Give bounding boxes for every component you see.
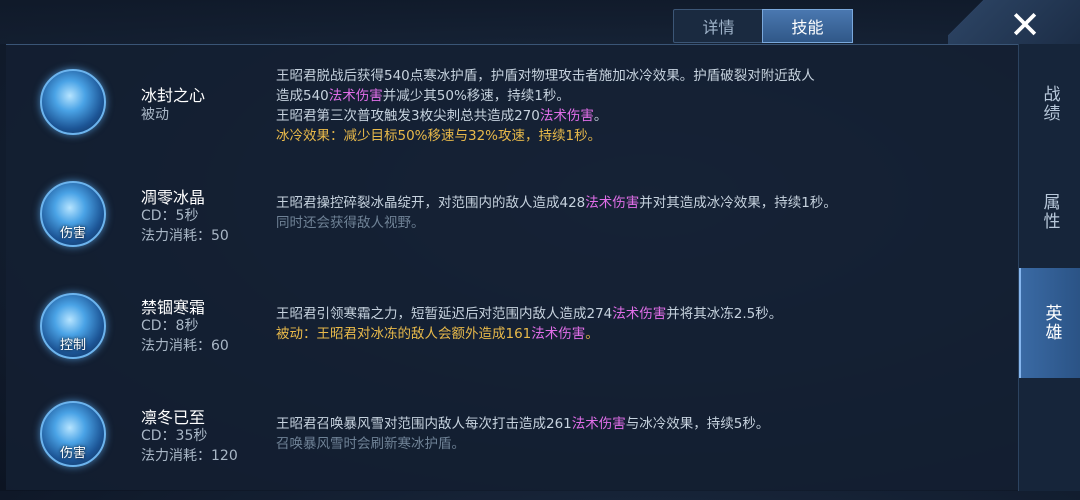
desc-text: 造成540 <box>276 88 329 104</box>
desc-line: 王昭君脱战后获得540点寒冰护盾，护盾对物理攻击者施加冰冷效果。护盾破裂对附近敌… <box>276 68 815 84</box>
skill-cd: CD：8秒 <box>141 318 199 334</box>
passive-text: 。 <box>585 326 599 342</box>
skill-tag: 控制 <box>59 338 86 353</box>
frozen-heart-skill-icon <box>40 69 106 135</box>
desc-line: 王昭君第三次普攻触发3枚尖刺总共造成270法术伤害。 <box>276 106 896 126</box>
skill-row[interactable]: 控制 禁锢寒霜 CD：8秒 法力消耗：60 王昭君引领寒霜之力，短暂延迟后对范围… <box>6 282 1016 392</box>
magic-damage-text: 法术伤害 <box>328 88 383 104</box>
desc-text: 并将其冰冻2.5秒。 <box>666 306 783 322</box>
close-icon[interactable]: ✕ <box>995 3 1055 47</box>
skill-description: 王昭君操控碎裂冰晶绽开，对范围内的敌人造成428法术伤害并对其造成冰冷效果，持续… <box>276 193 896 233</box>
side-tab-record[interactable]: 战绩 <box>1019 54 1080 154</box>
desc-line: 王昭君召唤暴风雪对范围内敌人每次打击造成261法术伤害与冰冷效果，持续5秒。 <box>276 414 896 434</box>
desc-line: 造成540法术伤害并减少其50%移速，持续1秒。 <box>276 86 896 106</box>
desc-line: 被动：王昭君对冰冻的敌人会额外造成161法术伤害。 <box>276 324 896 344</box>
desc-line: 王昭君引领寒霜之力，短暂延迟后对范围内敌人造成274法术伤害并将其冰冻2.5秒。 <box>276 304 896 324</box>
tab-skills[interactable]: 技能 <box>762 9 853 43</box>
magic-damage-text: 法术伤害 <box>612 306 667 322</box>
passive-text: 被动：王昭君对冰冻的敌人会额外造成161 <box>276 326 532 342</box>
skill-cd: CD：35秒 <box>141 428 208 444</box>
skill-description: 王昭君脱战后获得540点寒冰护盾，护盾对物理攻击者施加冰冷效果。护盾破裂对附近敌… <box>276 66 896 146</box>
magic-damage-text: 法术伤害 <box>585 195 640 211</box>
top-bar <box>0 0 1080 44</box>
desc-text: 王昭君第三次普攻触发3枚尖刺总共造成270 <box>276 108 540 124</box>
desc-text: 王昭君引领寒霜之力，短暂延迟后对范围内敌人造成274 <box>276 306 613 322</box>
skill-row[interactable]: 冰封之心 被动 王昭君脱战后获得540点寒冰护盾，护盾对物理攻击者施加冰冷效果。… <box>6 58 1016 168</box>
side-tab-attributes[interactable]: 属性 <box>1019 162 1080 262</box>
desc-text: 王昭君操控碎裂冰晶绽开，对范围内的敌人造成428 <box>276 195 586 211</box>
skill-tag: 伤害 <box>59 226 86 241</box>
magic-damage-text: 法术伤害 <box>539 108 594 124</box>
chill-effect-text: 冰冷效果：减少目标50%移速与32%攻速，持续1秒。 <box>276 128 602 144</box>
desc-text: 。 <box>593 108 608 124</box>
skill-mana-cost: 法力消耗：60 <box>141 338 229 354</box>
skill-cd: CD：5秒 <box>141 208 199 224</box>
desc-line: 王昭君操控碎裂冰晶绽开，对范围内的敌人造成428法术伤害并对其造成冰冷效果，持续… <box>276 193 896 213</box>
skill-mana-cost: 法力消耗：120 <box>141 448 238 464</box>
skill-tag: 伤害 <box>59 446 86 461</box>
magic-damage-text: 法术伤害 <box>531 326 586 342</box>
desc-text: 并对其造成冰冷效果，持续1秒。 <box>639 195 837 211</box>
desc-line: 同时还会获得敌人视野。 <box>276 215 425 231</box>
tab-details[interactable]: 详情 <box>674 10 763 42</box>
skill-row[interactable]: 伤害 凋零冰晶 CD：5秒 法力消耗：50 王昭君操控碎裂冰晶绽开，对范围内的敌… <box>6 170 1016 280</box>
side-tab-hero[interactable]: 英雄 <box>1019 268 1080 378</box>
skill-name: 冰封之心 <box>141 86 206 105</box>
skill-mana-cost: 法力消耗：50 <box>141 228 229 244</box>
desc-line: 召唤暴风雪时会刷新寒冰护盾。 <box>276 436 465 452</box>
skill-row[interactable]: 伤害 凛冬已至 CD：35秒 法力消耗：120 王昭君召唤暴风雪对范围内敌人每次… <box>6 390 1016 500</box>
side-nav: 战绩 属性 英雄 <box>1018 44 1080 491</box>
desc-text: 并减少其50%移速，持续1秒。 <box>382 88 570 104</box>
skill-description: 王昭君召唤暴风雪对范围内敌人每次打击造成261法术伤害与冰冷效果，持续5秒。 召… <box>276 414 896 454</box>
tab-group: 详情 技能 <box>673 9 853 43</box>
desc-text: 与冰冷效果，持续5秒。 <box>625 416 770 432</box>
skill-type: 被动 <box>141 107 169 123</box>
desc-text: 王昭君召唤暴风雪对范围内敌人每次打击造成261 <box>276 416 572 432</box>
magic-damage-text: 法术伤害 <box>571 416 626 432</box>
skill-description: 王昭君引领寒霜之力，短暂延迟后对范围内敌人造成274法术伤害并将其冰冻2.5秒。… <box>276 304 896 344</box>
